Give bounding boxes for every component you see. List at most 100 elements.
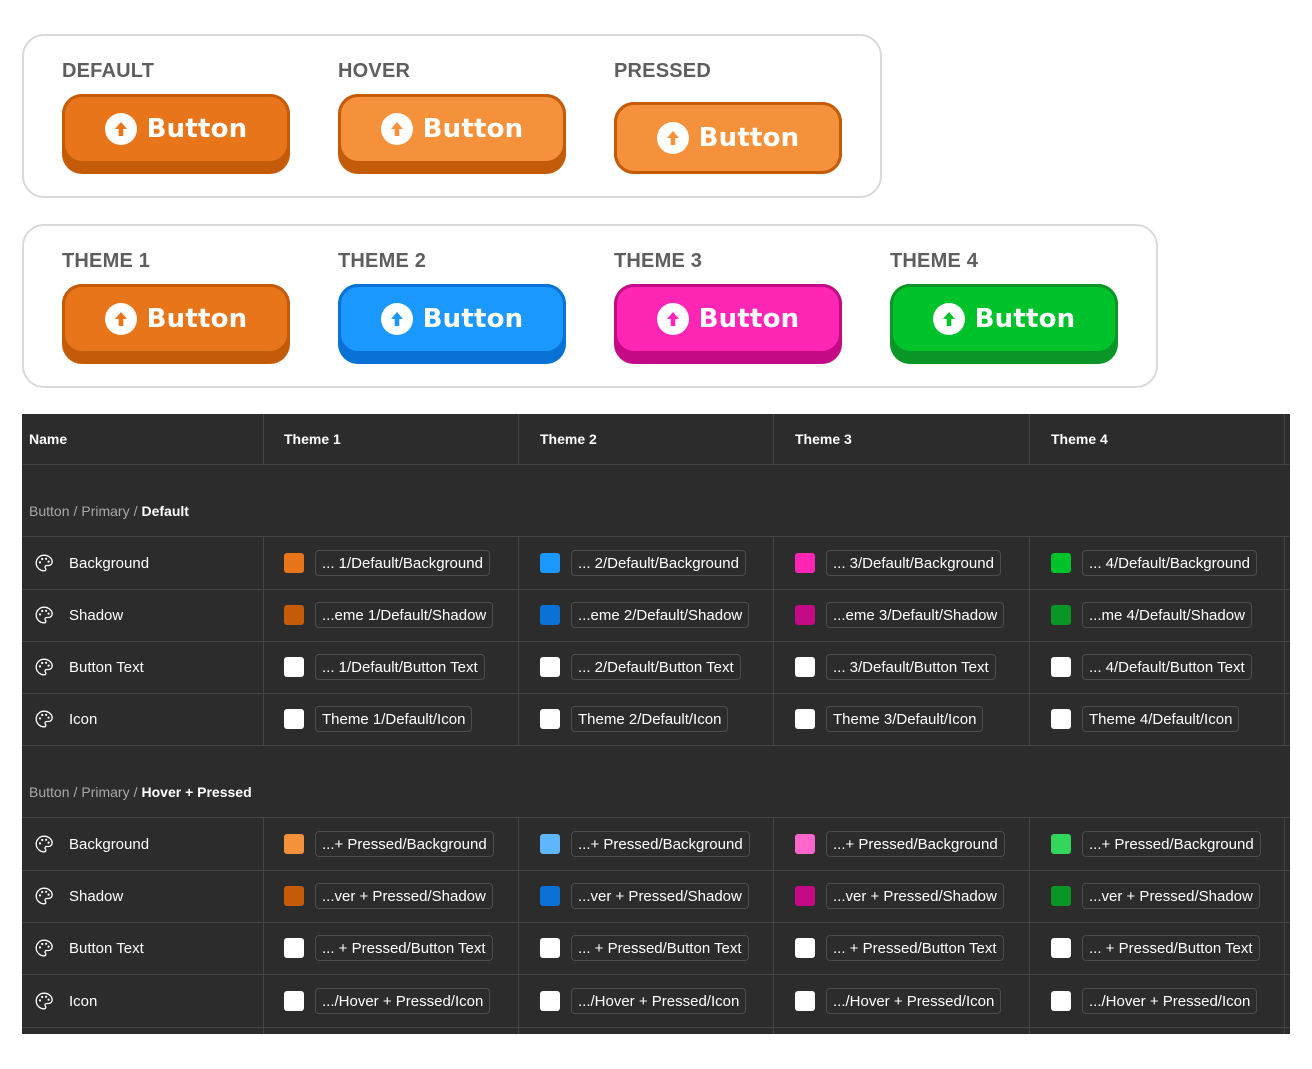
variable-name-cell[interactable]: Shadow	[22, 870, 263, 922]
alias-chip[interactable]: ...+ Pressed/Background	[826, 831, 1005, 857]
theme-4-value-cell[interactable]: ... 4/Default/Button Text	[1030, 641, 1285, 693]
alias-chip[interactable]: ...ver + Pressed/Shadow	[826, 883, 1004, 909]
theme-2-value-cell[interactable]: Theme 2/Default/Icon	[519, 693, 774, 745]
column-header-theme-1[interactable]: Theme 1	[263, 414, 519, 464]
color-swatch[interactable]	[795, 553, 815, 573]
alias-chip[interactable]: Theme 1/Default/Icon	[315, 706, 473, 732]
table-row[interactable]: Shadow ...eme 1/Default/Shadow ...eme 2/De…	[22, 589, 1290, 641]
color-swatch[interactable]	[795, 938, 815, 958]
theme-2-value-cell[interactable]: ... + Pressed/Button Text	[519, 922, 774, 974]
theme-3-value-cell[interactable]: ...ver + Pressed/Shadow	[774, 870, 1030, 922]
variable-name-cell[interactable]: Button Text	[22, 641, 263, 693]
alias-chip[interactable]: ...me 4/Default/Shadow	[1082, 602, 1252, 628]
variable-name-cell[interactable]: Icon	[22, 975, 263, 1027]
alias-chip[interactable]: ...eme 3/Default/Shadow	[826, 602, 1005, 628]
alias-chip[interactable]: ...+ Pressed/Background	[315, 831, 494, 857]
color-swatch[interactable]	[540, 605, 560, 625]
alias-chip[interactable]: ...eme 2/Default/Shadow	[571, 602, 750, 628]
theme-2-value-cell[interactable]: .../Hover + Pressed/Icon	[519, 975, 774, 1027]
alias-chip[interactable]: ... + Pressed/Button Text	[1082, 935, 1260, 961]
button-pressed[interactable]: Button	[614, 102, 842, 174]
table-row[interactable]: Icon Theme 1/Default/Icon Theme 2/Default/…	[22, 693, 1290, 745]
alias-chip[interactable]: ...eme 1/Default/Shadow	[315, 602, 494, 628]
variable-name-cell[interactable]: Shadow	[22, 589, 263, 641]
alias-chip[interactable]: ...ver + Pressed/Shadow	[571, 883, 749, 909]
theme-2-value-cell[interactable]: ...eme 2/Default/Shadow	[519, 589, 774, 641]
theme-1-value-cell[interactable]: ... + Pressed/Button Text	[263, 922, 519, 974]
alias-chip[interactable]: .../Hover + Pressed/Icon	[315, 988, 491, 1014]
color-swatch[interactable]	[795, 834, 815, 854]
alias-chip[interactable]: Theme 4/Default/Icon	[1082, 706, 1240, 732]
color-swatch[interactable]	[1051, 834, 1071, 854]
color-swatch[interactable]	[795, 605, 815, 625]
theme-2-value-cell[interactable]: ... 2/Default/Button Text	[519, 641, 774, 693]
color-swatch[interactable]	[1051, 657, 1071, 677]
theme-1-value-cell[interactable]: Theme 1/Default/Icon	[263, 693, 519, 745]
theme-4-value-cell[interactable]: ...ver + Pressed/Shadow	[1030, 870, 1285, 922]
table-row[interactable]: Icon .../Hover + Pressed/Icon .../Hover + …	[22, 975, 1290, 1027]
alias-chip[interactable]: ... 2/Default/Background	[571, 550, 746, 576]
color-swatch[interactable]	[1051, 605, 1071, 625]
column-header-theme-4[interactable]: Theme 4	[1030, 414, 1285, 464]
color-swatch[interactable]	[1051, 938, 1071, 958]
theme-4-value-cell[interactable]: ... + Pressed/Button Text	[1030, 922, 1285, 974]
theme-3-value-cell[interactable]: ...eme 3/Default/Shadow	[774, 589, 1030, 641]
theme-1-value-cell[interactable]: .../Hover + Pressed/Icon	[263, 975, 519, 1027]
alias-chip[interactable]: Theme 3/Default/Icon	[826, 706, 984, 732]
theme-3-value-cell[interactable]: ... 3/Default/Background	[774, 537, 1030, 589]
color-swatch[interactable]	[284, 991, 304, 1011]
alias-chip[interactable]: ... + Pressed/Button Text	[315, 935, 493, 961]
alias-chip[interactable]: ... 4/Default/Button Text	[1082, 654, 1252, 680]
alias-chip[interactable]: ... 3/Default/Background	[826, 550, 1001, 576]
theme-4-value-cell[interactable]: ... 4/Default/Background	[1030, 537, 1285, 589]
table-row[interactable]: Button Text ... 1/Default/Button Text ... …	[22, 641, 1290, 693]
variable-name-cell[interactable]: Button Text	[22, 922, 263, 974]
color-swatch[interactable]	[284, 886, 304, 906]
color-swatch[interactable]	[284, 709, 304, 729]
button-hover[interactable]: Button	[338, 94, 566, 174]
alias-chip[interactable]: ... + Pressed/Button Text	[826, 935, 1004, 961]
color-swatch[interactable]	[284, 605, 304, 625]
button-theme-4[interactable]: Button	[890, 284, 1118, 364]
color-swatch[interactable]	[540, 709, 560, 729]
variable-name-cell[interactable]: Background	[22, 818, 263, 870]
alias-chip[interactable]: ...ver + Pressed/Shadow	[1082, 883, 1260, 909]
theme-3-value-cell[interactable]: Theme 3/Default/Icon	[774, 693, 1030, 745]
theme-1-value-cell[interactable]: ...ver + Pressed/Shadow	[263, 870, 519, 922]
color-swatch[interactable]	[540, 938, 560, 958]
alias-chip[interactable]: .../Hover + Pressed/Icon	[571, 988, 747, 1014]
color-swatch[interactable]	[540, 834, 560, 854]
color-swatch[interactable]	[540, 553, 560, 573]
table-row[interactable]: Shadow ...ver + Pressed/Shadow ...ver + Pr…	[22, 870, 1290, 922]
theme-3-value-cell[interactable]: ... + Pressed/Button Text	[774, 922, 1030, 974]
alias-chip[interactable]: .../Hover + Pressed/Icon	[1082, 988, 1258, 1014]
table-row[interactable]: Background ...+ Pressed/Background ...+ Pr…	[22, 818, 1290, 870]
theme-1-value-cell[interactable]: ... 1/Default/Button Text	[263, 641, 519, 693]
theme-2-value-cell[interactable]: ...+ Pressed/Background	[519, 818, 774, 870]
color-swatch[interactable]	[1051, 886, 1071, 906]
color-swatch[interactable]	[795, 709, 815, 729]
variable-name-cell[interactable]: Background	[22, 537, 263, 589]
variable-name-cell[interactable]: Icon	[22, 693, 263, 745]
theme-2-value-cell[interactable]: ...ver + Pressed/Shadow	[519, 870, 774, 922]
theme-3-value-cell[interactable]: ... 3/Default/Button Text	[774, 641, 1030, 693]
column-header-theme-2[interactable]: Theme 2	[519, 414, 774, 464]
color-swatch[interactable]	[284, 553, 304, 573]
color-swatch[interactable]	[284, 834, 304, 854]
theme-3-value-cell[interactable]: .../Hover + Pressed/Icon	[774, 975, 1030, 1027]
button-default[interactable]: Button	[62, 94, 290, 174]
color-swatch[interactable]	[540, 657, 560, 677]
theme-1-value-cell[interactable]: ...eme 1/Default/Shadow	[263, 589, 519, 641]
button-theme-1[interactable]: Button	[62, 284, 290, 364]
button-theme-2[interactable]: Button	[338, 284, 566, 364]
alias-chip[interactable]: ... 1/Default/Background	[315, 550, 490, 576]
alias-chip[interactable]: ...ver + Pressed/Shadow	[315, 883, 493, 909]
alias-chip[interactable]: ... 3/Default/Button Text	[826, 654, 996, 680]
color-swatch[interactable]	[795, 886, 815, 906]
alias-chip[interactable]: ...+ Pressed/Background	[1082, 831, 1261, 857]
alias-chip[interactable]: Theme 2/Default/Icon	[571, 706, 729, 732]
theme-4-value-cell[interactable]: Theme 4/Default/Icon	[1030, 693, 1285, 745]
theme-2-value-cell[interactable]: ... 2/Default/Background	[519, 537, 774, 589]
theme-1-value-cell[interactable]: ...+ Pressed/Background	[263, 818, 519, 870]
color-swatch[interactable]	[284, 938, 304, 958]
